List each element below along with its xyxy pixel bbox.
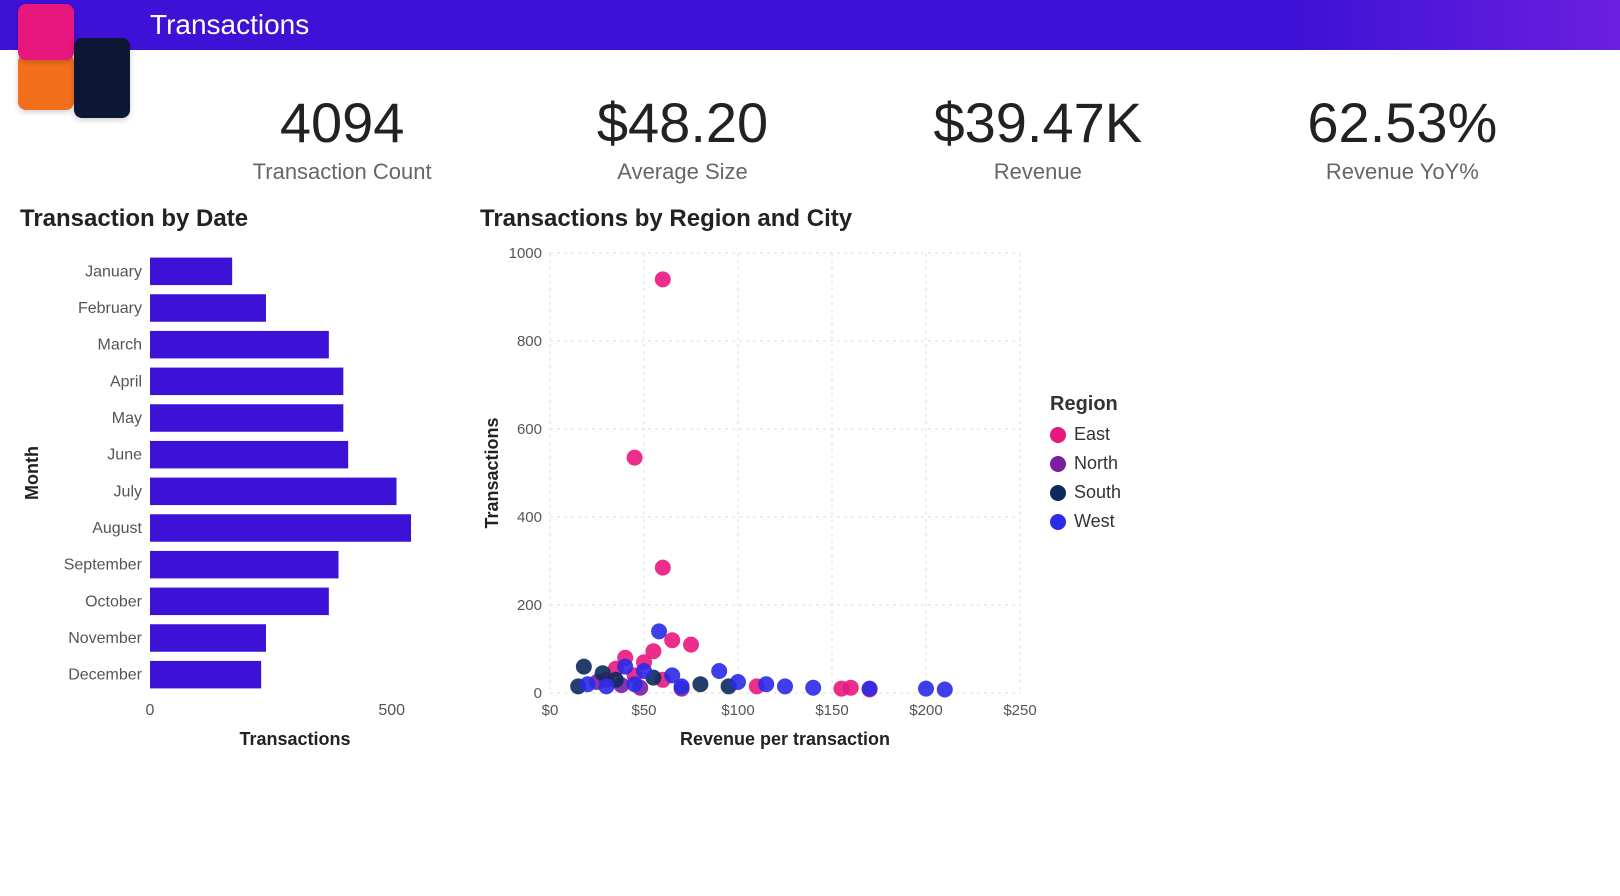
bar-chart-transaction-by-date[interactable]: Transaction by Date January February March… <box>20 205 450 758</box>
svg-text:Revenue per transaction: Revenue per transaction <box>680 729 890 749</box>
kpi-label: Average Size <box>597 159 768 185</box>
logo-square-pink <box>18 4 74 60</box>
kpi-revenue-yoy: 62.53% Revenue YoY% <box>1307 90 1497 185</box>
legend-label: West <box>1074 511 1115 532</box>
svg-text:$100: $100 <box>721 702 754 719</box>
legend-label: North <box>1074 453 1118 474</box>
svg-text:0: 0 <box>534 685 542 702</box>
svg-text:$0: $0 <box>542 702 559 719</box>
dashboard-header: Transactions <box>0 0 1620 50</box>
legend-color-dot <box>1050 456 1066 472</box>
kpi-value: $39.47K <box>933 90 1142 155</box>
legend-label: East <box>1074 424 1110 445</box>
logo-square-orange <box>18 54 74 110</box>
bar-chart-svg: January February March April May June July Augu… <box>20 243 450 753</box>
page-title: Transactions <box>150 9 309 41</box>
legend-title: Region <box>1050 393 1121 416</box>
svg-text:$50: $50 <box>631 702 656 719</box>
svg-text:December: December <box>68 667 142 684</box>
svg-text:$150: $150 <box>815 702 848 719</box>
legend-item[interactable]: East <box>1050 424 1121 445</box>
svg-text:September: September <box>64 557 143 574</box>
kpi-value: $48.20 <box>597 90 768 155</box>
svg-text:500: 500 <box>378 702 405 719</box>
svg-text:0: 0 <box>146 702 155 719</box>
kpi-label: Revenue YoY% <box>1307 159 1497 185</box>
svg-text:Month: Month <box>22 446 42 500</box>
legend-label: South <box>1074 482 1121 503</box>
svg-text:July: July <box>114 483 142 500</box>
scatter-legend: Region East North South West <box>1050 393 1121 532</box>
svg-text:June: June <box>107 447 142 464</box>
svg-text:February: February <box>78 300 142 317</box>
svg-text:$200: $200 <box>909 702 942 719</box>
kpi-row: 4094 Transaction Count $48.20 Average Si… <box>170 90 1580 185</box>
kpi-transaction-count: 4094 Transaction Count <box>253 90 432 185</box>
svg-text:400: 400 <box>517 509 542 526</box>
svg-text:800: 800 <box>517 333 542 350</box>
svg-text:Transactions: Transactions <box>482 417 502 528</box>
kpi-label: Revenue <box>933 159 1142 185</box>
legend-item[interactable]: North <box>1050 453 1121 474</box>
svg-text:600: 600 <box>517 421 542 438</box>
scatter-chart-title: Transactions by Region and City <box>480 205 1121 233</box>
svg-text:May: May <box>112 410 142 427</box>
legend-color-dot <box>1050 514 1066 530</box>
svg-text:1000: 1000 <box>509 245 542 262</box>
legend-color-dot <box>1050 485 1066 501</box>
svg-text:August: August <box>92 520 142 537</box>
legend-item[interactable]: South <box>1050 482 1121 503</box>
bar-chart-title: Transaction by Date <box>20 205 450 233</box>
kpi-label: Transaction Count <box>253 159 432 185</box>
charts-row: Transaction by Date January February March… <box>0 205 1620 758</box>
kpi-value: 62.53% <box>1307 90 1497 155</box>
kpi-average-size: $48.20 Average Size <box>597 90 768 185</box>
logo-square-navy <box>74 38 130 118</box>
kpi-value: 4094 <box>253 90 432 155</box>
svg-text:January: January <box>85 263 142 280</box>
legend-item[interactable]: West <box>1050 511 1121 532</box>
svg-text:October: October <box>85 593 143 610</box>
svg-text:$250: $250 <box>1003 702 1036 719</box>
scatter-chart-transactions-by-region[interactable]: Transactions by Region and City 0 200 400 6… <box>480 205 1121 758</box>
scatter-chart-svg: 0 200 400 600 800 1000 $0 $50 $100 $150 $200 $250 Re… <box>480 243 1040 753</box>
svg-text:April: April <box>110 373 142 390</box>
kpi-revenue: $39.47K Revenue <box>933 90 1142 185</box>
svg-text:November: November <box>68 630 142 647</box>
svg-text:Transactions: Transactions <box>239 729 350 749</box>
svg-text:March: March <box>98 337 142 354</box>
svg-text:200: 200 <box>517 597 542 614</box>
legend-color-dot <box>1050 427 1066 443</box>
